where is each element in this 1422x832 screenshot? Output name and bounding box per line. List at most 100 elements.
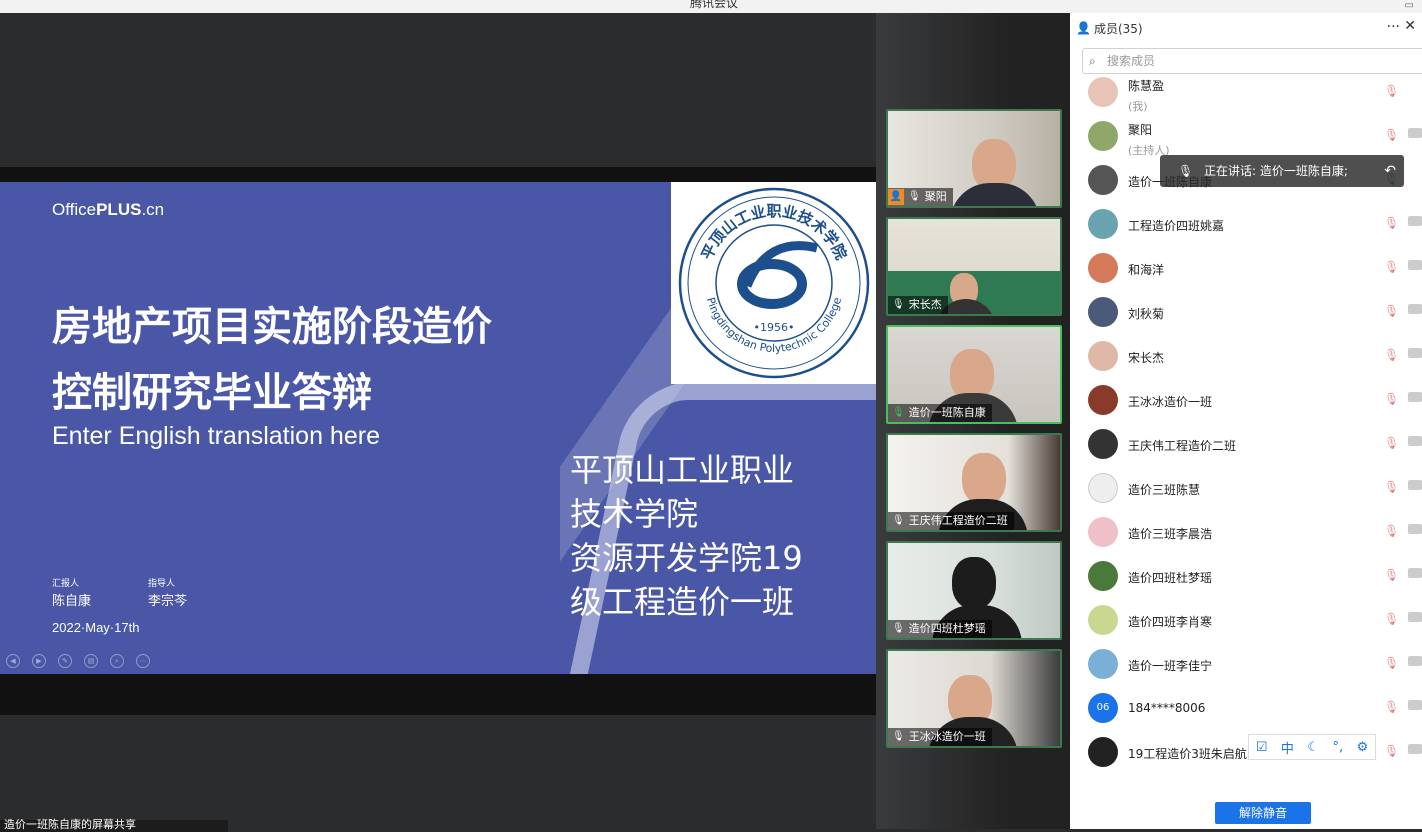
video-tile[interactable]: 👤 🎙 聚阳: [886, 109, 1062, 208]
avatar: [1088, 121, 1118, 151]
list-item[interactable]: 06 184****8006 🎙: [1070, 686, 1422, 730]
camera-off-icon[interactable]: [1408, 744, 1422, 754]
avatar: [1088, 561, 1118, 591]
mic-muted-icon[interactable]: 🎙: [1384, 84, 1399, 98]
video-tile-active-speaker[interactable]: 🎙 造价一班陈自康: [886, 325, 1062, 424]
slides-icon[interactable]: ▤: [84, 654, 98, 668]
unmute-button[interactable]: 解除静音: [1215, 802, 1311, 824]
mic-muted-icon[interactable]: 🎙: [1384, 436, 1399, 450]
advisor-name: 李宗芩: [148, 594, 188, 609]
mic-muted-icon: 🎙: [892, 515, 905, 526]
avatar: [1088, 209, 1118, 239]
list-item[interactable]: 和海洋 🎙: [1070, 246, 1422, 290]
list-item[interactable]: 刘秋菊 🎙: [1070, 290, 1422, 334]
members-count: 成员(35): [1093, 21, 1143, 36]
mic-muted-icon[interactable]: 🎙: [1384, 260, 1399, 274]
mic-muted-icon[interactable]: 🎙: [1384, 744, 1399, 758]
list-item[interactable]: 造价一班李佳宁 🎙: [1070, 642, 1422, 686]
presentation-slide: OfficePLUS.cn 房地产项目实施阶段造价 控制研究毕业答辩 Enter…: [0, 182, 876, 674]
ime-toolbar[interactable]: ☑ 中 ☾ °, ⚙: [1248, 734, 1376, 760]
window-titlebar: 腾讯会议 ▭: [0, 0, 1422, 13]
avatar: [1088, 297, 1118, 327]
list-item[interactable]: 宋长杰 🎙: [1070, 334, 1422, 378]
list-item[interactable]: 造价三班陈慧 🎙: [1070, 466, 1422, 510]
camera-icon[interactable]: [1408, 304, 1422, 314]
members-panel: 👤 成员(35) ··· ✕ ⌕ 搜索成员 陈慧盈 (我) 🎙 聚阳 (主持人)…: [1070, 13, 1422, 829]
next-slide-icon[interactable]: ▶: [32, 654, 46, 668]
slide-subtitle: Enter English translation here: [52, 422, 380, 450]
list-item[interactable]: 王冰冰造价一班 🎙: [1070, 378, 1422, 422]
avatar: [1088, 341, 1118, 371]
pen-icon[interactable]: ✎: [58, 654, 72, 668]
close-panel-button[interactable]: ✕: [1404, 18, 1416, 34]
list-item[interactable]: 陈慧盈 (我) 🎙: [1070, 70, 1422, 114]
avatar: [1088, 473, 1118, 503]
mic-muted-icon: 🎙: [892, 623, 905, 634]
avatar: [1088, 517, 1118, 547]
mic-muted-icon[interactable]: 🎙: [1384, 216, 1399, 230]
list-item[interactable]: 造价四班李肖寒 🎙: [1070, 598, 1422, 642]
mic-muted-icon[interactable]: 🎙: [1384, 568, 1399, 582]
mic-muted-icon[interactable]: 🎙: [1384, 348, 1399, 362]
moon-icon[interactable]: ☾: [1307, 740, 1319, 755]
camera-icon[interactable]: [1408, 436, 1422, 446]
ime-mode[interactable]: 中: [1281, 738, 1294, 757]
camera-icon[interactable]: [1408, 480, 1422, 490]
member-list: 陈慧盈 (我) 🎙 聚阳 (主持人) 🎙 造价一班陈自康 🎙 工程造价四班姚嘉 …: [1070, 77, 1422, 774]
camera-icon[interactable]: [1408, 612, 1422, 622]
camera-icon[interactable]: [1408, 568, 1422, 578]
members-panel-header: 👤 成员(35) ··· ✕: [1070, 13, 1422, 43]
camera-icon[interactable]: [1408, 524, 1422, 534]
list-item[interactable]: 聚阳 (主持人) 🎙: [1070, 114, 1422, 158]
more-options-button[interactable]: ···: [1387, 19, 1400, 35]
camera-icon[interactable]: [1408, 348, 1422, 358]
mic-muted-icon: 🎙: [892, 731, 905, 742]
avatar: [1088, 737, 1118, 767]
mic-muted-icon[interactable]: 🎙: [1384, 612, 1399, 626]
avatar: [1088, 649, 1118, 679]
video-name: 王庆伟工程造价二班: [908, 514, 1008, 527]
mic-muted-icon[interactable]: 🎙: [1384, 656, 1399, 670]
college-seal-icon: 平顶山工业职业技术学院 Pingdingshan Polytechnic Col…: [678, 187, 870, 379]
mic-muted-icon[interactable]: 🎙: [1384, 480, 1399, 494]
prev-slide-icon[interactable]: ◀: [6, 654, 20, 668]
mic-muted-icon[interactable]: 🎙: [1384, 524, 1399, 538]
avatar: [1088, 429, 1118, 459]
window-controls-icon[interactable]: ▭: [1405, 0, 1414, 11]
list-item[interactable]: 王庆伟工程造价二班 🎙: [1070, 422, 1422, 466]
slide-title: 房地产项目实施阶段造价 控制研究毕业答辩: [52, 304, 492, 416]
list-item[interactable]: 造价三班李晨浩 🎙: [1070, 510, 1422, 554]
video-name: 王冰冰造价一班: [908, 730, 986, 743]
user-icon: 👤: [1076, 21, 1091, 35]
mic-muted-icon[interactable]: 🎙: [1384, 128, 1399, 142]
list-item[interactable]: 造价四班杜梦瑶 🎙: [1070, 554, 1422, 598]
camera-icon[interactable]: [1408, 656, 1422, 666]
host-icon: 👤: [888, 189, 904, 205]
avatar: [1088, 253, 1118, 283]
zoom-icon[interactable]: ⌕: [110, 654, 124, 668]
video-tile[interactable]: 🎙 宋长杰: [886, 217, 1062, 316]
mic-on-icon: 🎙: [892, 407, 905, 418]
speaking-indicator: 🎙 正在讲话: 造价一班陈自康; ↶: [1160, 155, 1404, 187]
mic-muted-icon[interactable]: 🎙: [1384, 700, 1399, 714]
camera-off-icon[interactable]: [1408, 700, 1422, 710]
video-tile[interactable]: 🎙 王庆伟工程造价二班: [886, 433, 1062, 532]
mic-muted-icon[interactable]: 🎙: [1384, 392, 1399, 406]
undo-icon[interactable]: ↶: [1384, 155, 1396, 187]
college-logo: 平顶山工业职业技术学院 Pingdingshan Polytechnic Col…: [671, 182, 876, 384]
more-icon[interactable]: ⋯: [136, 654, 150, 668]
camera-icon[interactable]: [1408, 260, 1422, 270]
screen-share-status: 造价一班陈自康的屏幕共享: [0, 819, 228, 832]
video-tile[interactable]: 🎙 王冰冰造价一班: [886, 649, 1062, 748]
mic-muted-icon[interactable]: 🎙: [1384, 304, 1399, 318]
list-item[interactable]: 工程造价四班姚嘉 🎙: [1070, 202, 1422, 246]
ime-toggle-icon[interactable]: ☑: [1256, 740, 1268, 755]
camera-icon[interactable]: [1408, 128, 1422, 138]
gear-icon[interactable]: ⚙: [1357, 740, 1369, 755]
camera-icon[interactable]: [1408, 392, 1422, 402]
camera-icon[interactable]: [1408, 216, 1422, 226]
mic-muted-icon: 🎙: [908, 191, 921, 202]
punctuation-icon[interactable]: °,: [1332, 740, 1343, 755]
video-tile[interactable]: 🎙 造价四班杜梦瑶: [886, 541, 1062, 640]
avatar: [1088, 165, 1118, 195]
